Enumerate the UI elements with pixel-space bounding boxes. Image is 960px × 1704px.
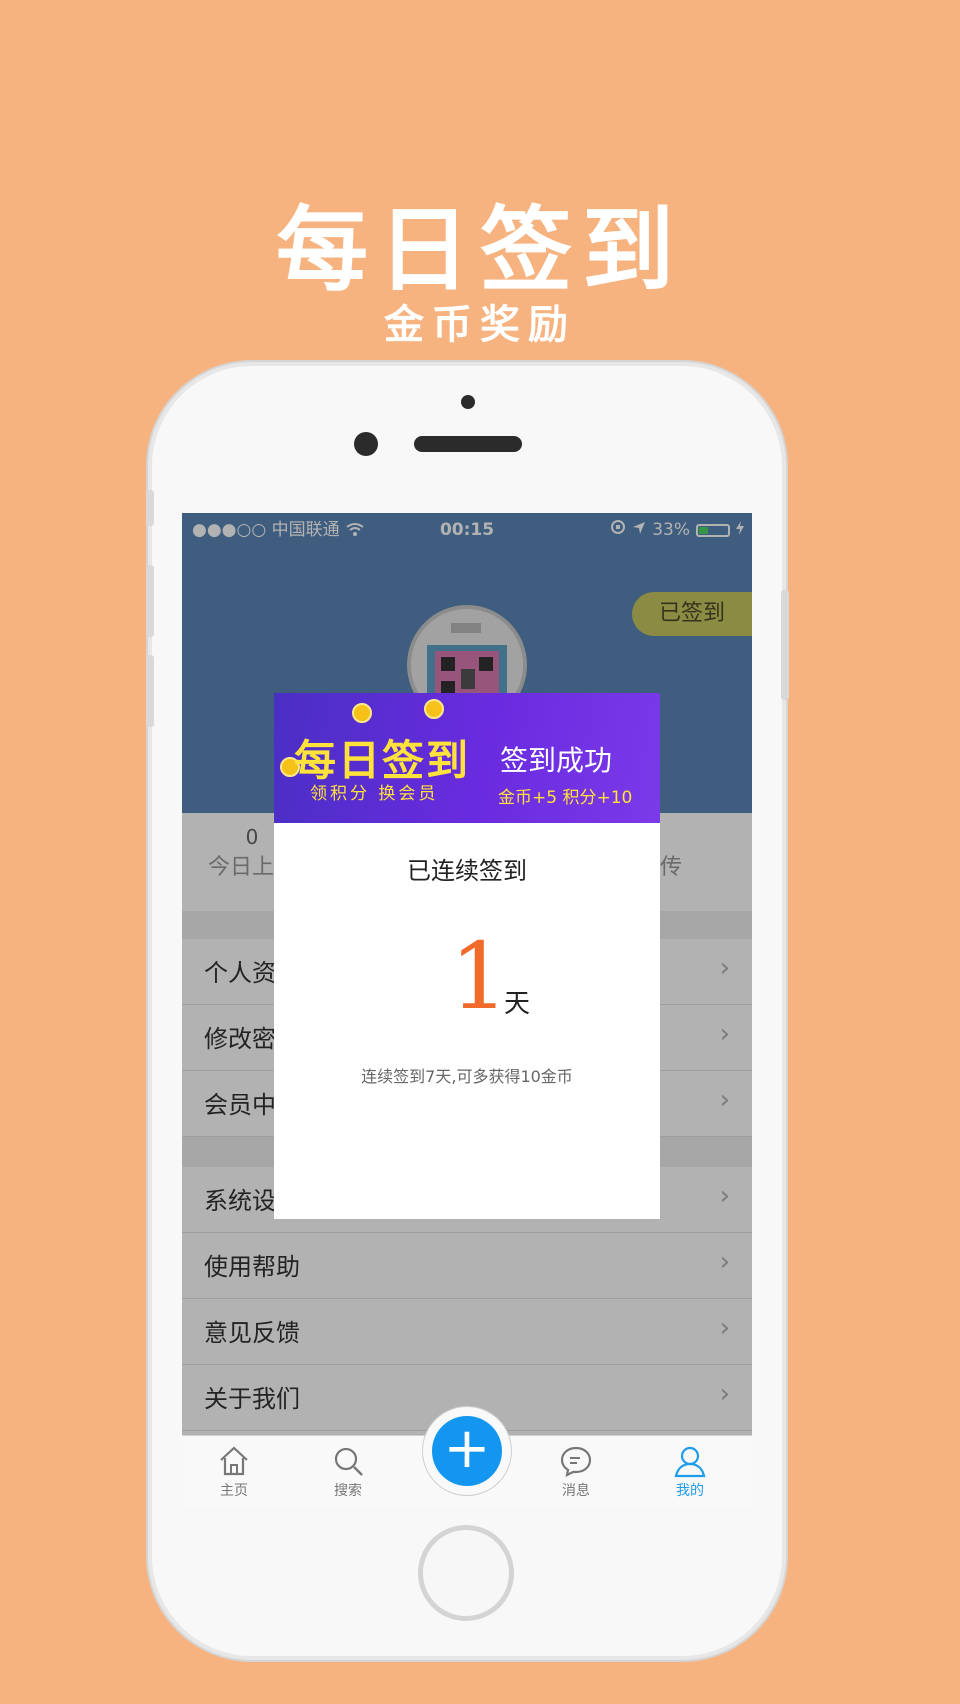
coin-icon <box>424 699 444 719</box>
streak-unit: 天 <box>504 989 531 1019</box>
tab-label: 我的 <box>676 1483 704 1499</box>
message-icon <box>560 1446 592 1477</box>
tab-profile[interactable]: 我的 <box>640 1444 740 1500</box>
tab-messages[interactable]: 消息 <box>526 1444 626 1500</box>
tab-label: 主页 <box>220 1483 248 1499</box>
front-camera <box>354 432 378 456</box>
volume-up-button <box>146 565 154 637</box>
promo-subline: 金币奖励 <box>384 301 576 348</box>
volume-down-button <box>146 655 154 727</box>
tab-search[interactable]: 搜索 <box>298 1444 398 1500</box>
earpiece-speaker <box>414 436 522 452</box>
tab-home[interactable]: 主页 <box>184 1444 284 1500</box>
banner-subtitle: 领积分 换会员 <box>310 784 439 804</box>
profile-icon <box>674 1446 706 1478</box>
streak-title: 已连续签到 <box>407 857 527 885</box>
coin-icon <box>352 703 372 723</box>
home-button[interactable] <box>418 1525 514 1621</box>
checkin-banner: 每日签到 领积分 换会员 签到成功 金币+5 积分+10 <box>274 693 660 823</box>
checkin-success-dialog: 每日签到 领积分 换会员 签到成功 金币+5 积分+10 已连续签到 1 天 连… <box>274 693 660 1219</box>
mute-switch <box>146 490 154 526</box>
streak-bonus-note: 连续签到7天,可多获得10金币 <box>361 1067 573 1086</box>
checkin-success-text: 签到成功 <box>500 744 613 777</box>
home-icon <box>220 1446 248 1476</box>
reward-text: 金币+5 积分+10 <box>498 788 633 808</box>
proximity-sensor <box>461 395 475 409</box>
tab-label: 消息 <box>562 1483 590 1499</box>
power-button <box>781 590 789 700</box>
phone-screen: 已签到 ●●●○○ 中国联通 00:15 33% 0 今日上传 个人资料 › 修… <box>182 513 752 1508</box>
add-button[interactable]: + <box>432 1416 502 1486</box>
search-icon <box>334 1447 363 1476</box>
promo-headline: 每日签到 <box>275 196 684 304</box>
tab-label: 搜索 <box>334 1483 362 1499</box>
streak-days: 1 <box>450 923 509 1030</box>
